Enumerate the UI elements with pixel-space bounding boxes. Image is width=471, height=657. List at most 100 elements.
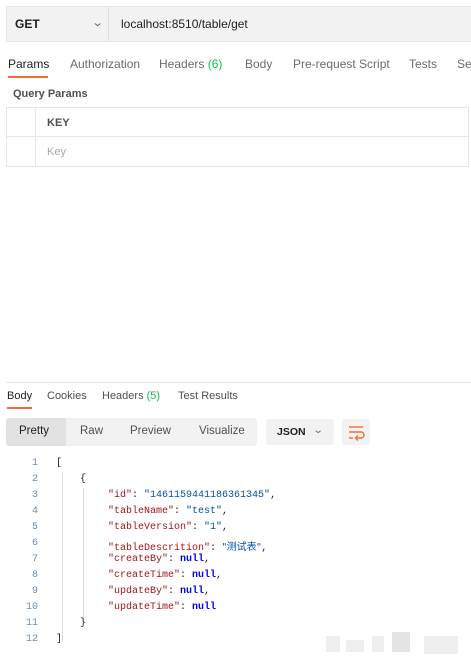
chevron-down-icon: ⌄ [91,17,104,29]
response-tab-headers-count: (5) [146,390,161,402]
line-number: 7 [31,554,38,565]
code-line: 4 "tableName": "test", [0,506,471,522]
code-line: 8 "createTime": null, [0,570,471,586]
row-checkbox-column [35,108,36,166]
tab-params[interactable]: Params [8,57,49,71]
json-field: "createTime": null, [108,570,223,581]
tab-headers-count: (6) [207,57,223,71]
json-key: "createTime" [108,570,181,581]
json-comma: , [222,506,229,517]
code-line: 5 "tableVersion": "1", [0,522,471,538]
query-params-table: KEY Key [6,107,469,167]
line-number: 1 [31,458,38,469]
json-key: "createBy" [108,554,169,565]
line-number: 3 [31,490,38,501]
raw-button[interactable]: Raw [80,425,103,437]
wrap-lines-icon [349,426,365,441]
response-tab-body[interactable]: Body [7,390,32,402]
line-number: 9 [31,586,38,597]
code-line: 7 "createBy": null, [0,554,471,570]
watermark-block [392,632,410,652]
json-comma: , [261,543,268,554]
active-tab-indicator [8,76,48,78]
language-select-label: JSON [277,426,306,438]
code-line: 3 "id": "1461159441186361345", [0,490,471,506]
visualize-button[interactable]: Visualize [199,425,245,437]
response-active-tab-indicator [7,407,32,409]
line-number: 8 [31,570,38,581]
json-field: "createBy": null, [108,554,211,565]
json-field: "updateTime": null [108,602,217,613]
line-number: 6 [31,538,38,549]
json-field: "id": "1461159441186361345", [108,490,277,501]
key-column-header: KEY [47,117,70,129]
json-key: "tableVersion" [108,522,193,533]
json-value: "test" [186,506,223,517]
json-key: "updateBy" [108,586,169,597]
json-bracket: [ [56,458,63,469]
json-brace: { [80,474,87,485]
json-field: "tableDescrition": "测试表", [108,542,268,554]
key-input[interactable]: Key [47,146,66,158]
json-value: "测试表" [222,542,262,553]
json-key: "updateTime" [108,602,181,613]
code-line: 1 [ [0,458,471,474]
wrap-lines-button[interactable] [342,419,370,445]
json-bracket: ] [56,634,63,645]
preview-button[interactable]: Preview [130,425,171,437]
watermark-block [424,636,458,654]
tab-pre-request-script[interactable]: Pre-request Script [293,57,390,71]
tab-settings[interactable]: Se [457,57,471,71]
line-number: 2 [31,474,38,485]
line-number: 10 [25,602,38,613]
watermark-block [326,636,340,652]
method-select[interactable]: GET ⌄ [7,7,109,41]
json-value: null [180,554,205,565]
code-line: 2 { [0,474,471,490]
chevron-down-icon: ⌄ [312,425,324,436]
line-number: 12 [25,634,38,645]
json-value: "1461159441186361345" [144,490,271,501]
response-tab-cookies[interactable]: Cookies [47,390,87,402]
json-comma: , [216,570,223,581]
language-select[interactable]: JSON ⌄ [266,419,334,445]
tab-headers[interactable]: Headers (6) [159,57,222,71]
pretty-button[interactable]: Pretty [19,425,49,437]
json-comma: , [204,554,211,565]
code-line: 9 "updateBy": null, [0,586,471,602]
tab-body[interactable]: Body [245,57,272,71]
pane-divider[interactable] [6,382,471,383]
json-comma: , [222,522,229,533]
tab-authorization[interactable]: Authorization [70,57,140,71]
json-value: null [192,602,217,613]
json-key: "tableDescrition" [108,543,211,554]
json-field: "tableVersion": "1", [108,522,229,533]
response-tab-headers-label: Headers [102,390,144,402]
json-field: "updateBy": null, [108,586,211,597]
request-bar: GET ⌄ localhost:8510/table/get [6,6,471,42]
json-value: null [180,586,205,597]
json-value: "1" [204,522,223,533]
response-tab-headers[interactable]: Headers (5) [102,390,160,402]
line-number: 5 [31,522,38,533]
json-field: "tableName": "test", [108,506,229,517]
watermark-block [372,636,384,652]
url-input[interactable]: localhost:8510/table/get [121,17,248,31]
watermark-block [346,640,364,652]
tab-tests[interactable]: Tests [409,57,437,71]
json-key: "id" [108,490,133,501]
json-comma: , [270,490,277,501]
json-value: null [192,570,217,581]
table-header-row [7,108,468,137]
line-number: 4 [31,506,38,517]
code-line: 6 "tableDescrition": "测试表", [0,538,471,554]
code-line: 10 "updateTime": null [0,602,471,618]
line-number: 11 [25,618,38,629]
view-mode-group: Pretty Raw Preview Visualize [6,418,257,446]
json-comma: , [204,586,211,597]
tab-headers-label: Headers [159,57,205,71]
response-tab-test-results[interactable]: Test Results [178,390,238,402]
method-label: GET [15,17,40,31]
json-brace: } [80,618,87,629]
json-key: "tableName" [108,506,175,517]
